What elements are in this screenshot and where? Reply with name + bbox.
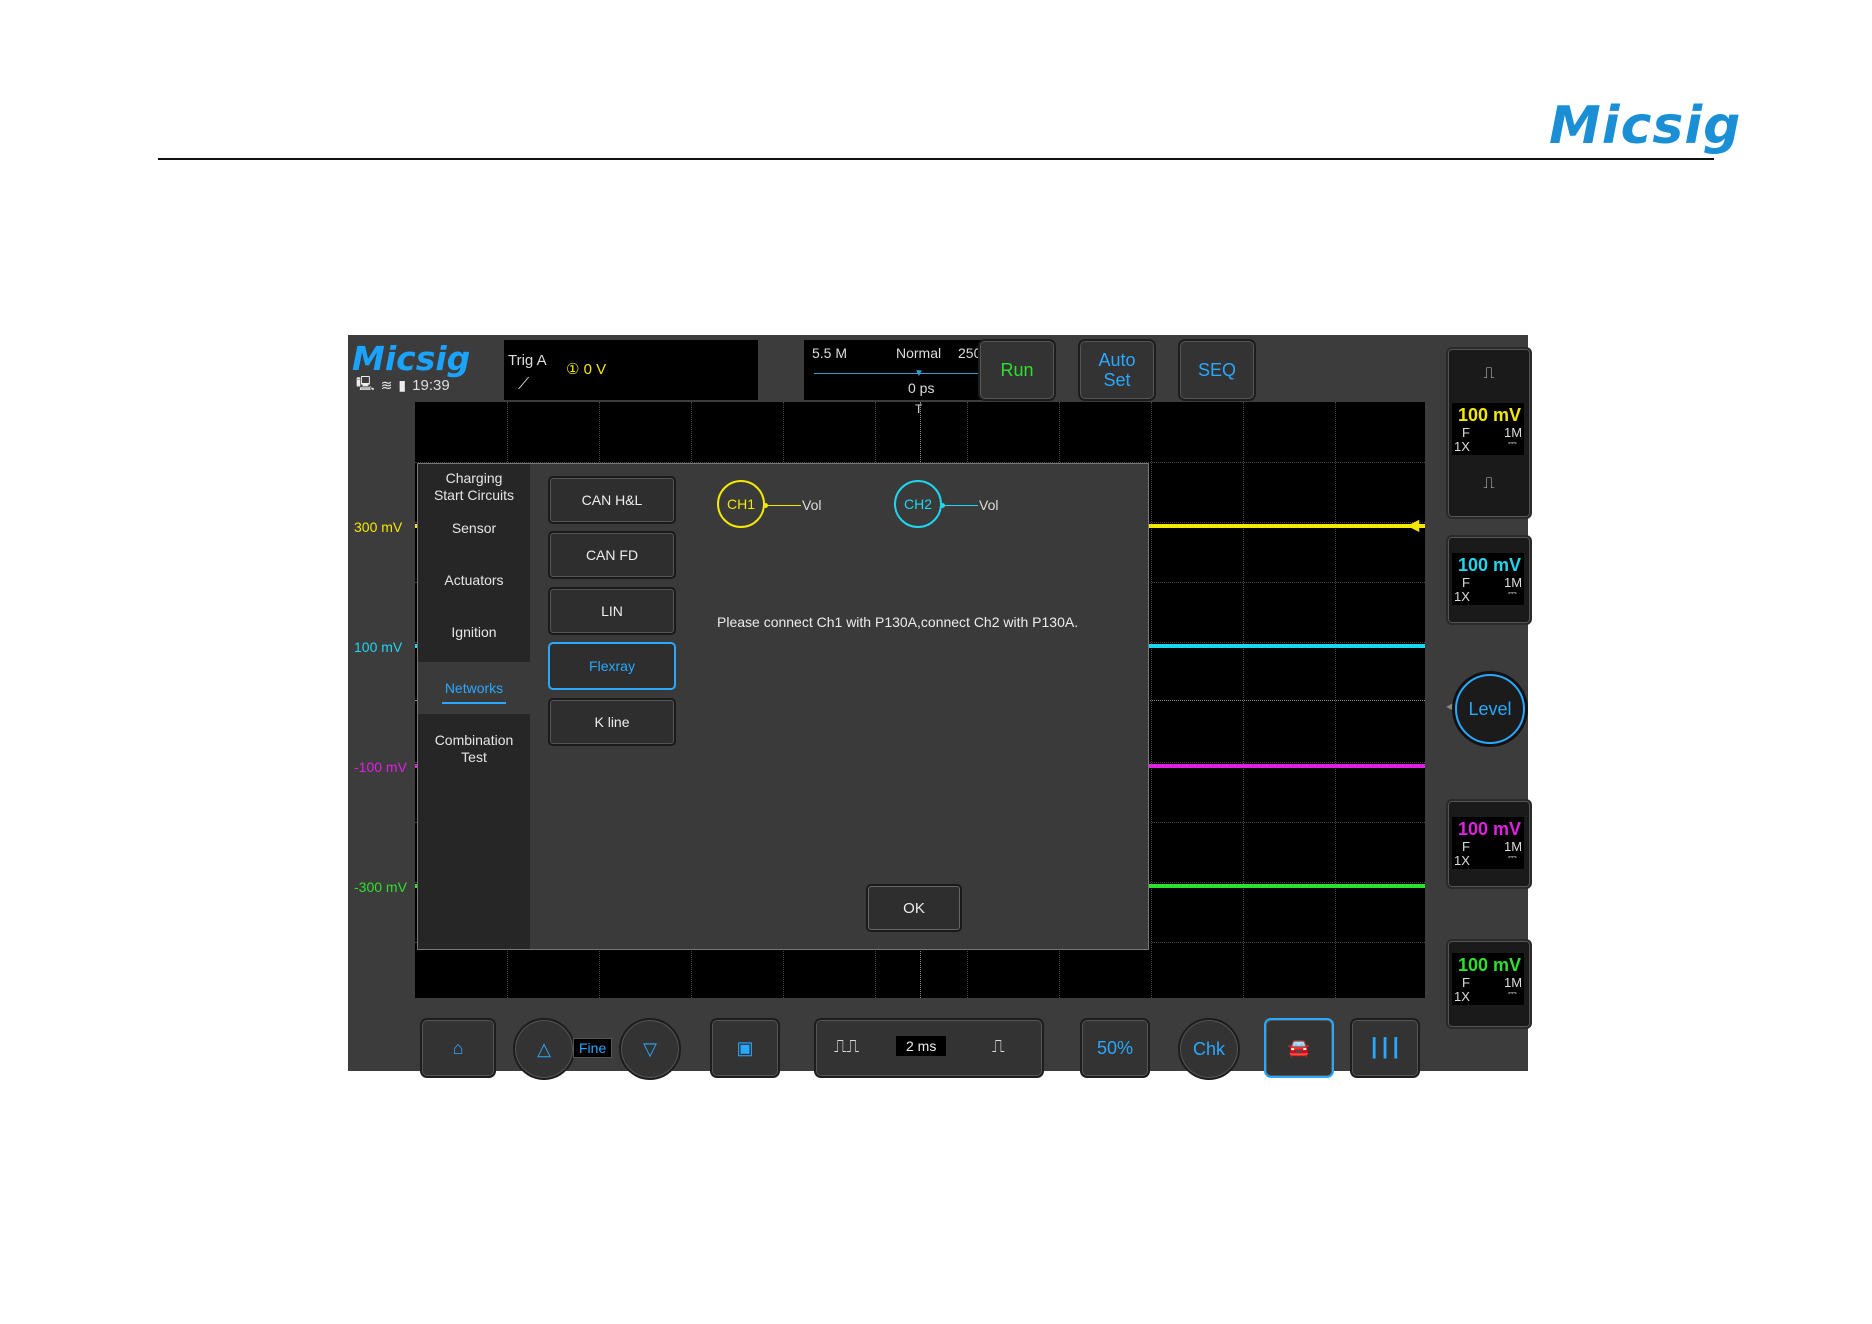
cursor-lines-icon: ┃┃┃ [1368,1037,1402,1058]
seq-button[interactable]: SEQ [1178,339,1256,401]
monitor-icon: 🖳 [356,375,375,391]
ch2-probe-label: Vol [979,497,999,513]
rising-edge-icon: ⟋ [518,376,530,393]
ch2-panel[interactable]: 100 mV F 1M 1X ⎓ [1446,535,1532,625]
ch1-scale-box[interactable]: 100 mV F 1M 1X ⎓ [1452,403,1524,455]
ch1-panel[interactable]: ⎍ 100 mV F 1M 1X ⎓ ⎍ [1446,347,1532,519]
fifty-percent-button[interactable]: 50% [1080,1018,1150,1078]
y-label-300mv: 300 mV [354,519,403,535]
test-selection-dialog: Charging Start Circuits Sensor Actuators… [417,463,1149,950]
category-sensor[interactable]: Sensor [418,520,530,537]
timebase-control: ⎍⎍ 2 ms ⎍ [814,1018,1044,1078]
ch4-probe-ratio: 1X [1454,989,1470,1004]
ch2-scale-box[interactable]: 100 mV F 1M 1X ⎓ [1452,553,1524,605]
down-button[interactable]: ▽ [619,1018,681,1080]
selected-underline [442,702,506,704]
category-actuators[interactable]: Actuators [418,572,530,589]
trigger-value: ① 0 V [566,360,606,378]
connection-instructions: Please connect Ch1 with P130A,connect Ch… [717,614,1079,630]
network-can-hl-button[interactable]: CAN H&L [548,476,676,524]
ch4-coupling: F [1462,975,1470,990]
trigger-level-marker-icon[interactable]: ◀ [1407,515,1419,535]
run-button[interactable]: Run [978,339,1056,401]
auto-set-button[interactable]: Auto Set [1078,339,1156,401]
memory-depth: 5.5 M [812,345,848,361]
dc-coupling-icon: ⎓ [1508,437,1517,449]
brand-logo: Micsig [1549,96,1742,156]
category-list: Charging Start Circuits Sensor Actuators… [418,464,530,949]
dc-coupling-icon: ⎓ [1508,987,1517,999]
ch1-probe-label: Vol [802,497,822,513]
ch2-probe-line [942,505,978,506]
ch3-probe-ratio: 1X [1454,853,1470,868]
ch1-probe-indicator: CH1 [717,480,765,528]
level-arrow-icon: ◀ [1446,699,1456,713]
time-offset: 0 ps [908,380,935,396]
trigger-source: ① [566,361,580,378]
ch2-probe-indicator: CH2 [894,480,942,528]
ch1-coupling: F [1462,425,1470,440]
network-k-line-button[interactable]: K line [548,698,676,746]
level-knob[interactable]: Level [1455,674,1525,744]
clock-time: 19:39 [412,376,450,394]
y-label-minus-100mv: -100 mV [354,759,407,775]
acquire-mode: Normal [896,345,942,361]
timebase-value[interactable]: 2 ms [896,1036,947,1056]
ch4-scale-box[interactable]: 100 mV F 1M 1X ⎓ [1452,953,1524,1005]
save-button[interactable]: ▣ [710,1018,780,1078]
trigger-panel[interactable]: Trig A ① 0 V ⟋ [504,340,758,400]
up-button[interactable]: △ [513,1018,575,1080]
oscilloscope-screen: Micsig 🖳 ≋ ▮ 19:39 Trig A ① 0 V ⟋ 5.5 M … [348,335,1532,1080]
trigger-label: Trig A [508,352,547,369]
ch3-scale-box[interactable]: 100 mV F 1M 1X ⎓ [1452,817,1524,869]
wifi-icon: ≋ [380,376,393,393]
ch2-coupling: F [1462,575,1470,590]
ch4-volts: 100 mV [1458,955,1522,975]
ch3-coupling: F [1462,839,1470,854]
status-bar: 🖳 ≋ ▮ 19:39 [356,373,450,397]
fine-label[interactable]: Fine [573,1038,613,1058]
network-can-fd-button[interactable]: CAN FD [548,531,676,579]
category-networks[interactable]: Networks [418,662,530,714]
cursor-button[interactable]: ┃┃┃ [1350,1018,1420,1078]
home-icon: ⌂ [452,1037,464,1058]
chk-button[interactable]: Chk [1178,1018,1240,1080]
pulse-icon: ⎍ [1483,475,1495,492]
category-combination-test[interactable]: Combination Test [418,732,530,766]
fine-adjust-control: △ Fine ▽ [513,1018,681,1080]
trigger-level: 0 V [583,361,607,378]
ch4-panel[interactable]: 100 mV F 1M 1X ⎓ [1446,939,1532,1029]
y-label-minus-300mv: -300 mV [354,879,407,895]
dc-coupling-icon: ⎓ [1508,587,1517,599]
triangle-up-icon: △ [537,1038,551,1059]
pulse-icon: ⎍ [1483,365,1495,382]
ch2-volts: 100 mV [1458,555,1522,575]
header-rule [158,158,1714,160]
network-lin-button[interactable]: LIN [548,587,676,635]
dc-coupling-icon: ⎓ [1508,851,1517,863]
y-label-100mv: 100 mV [354,639,403,655]
ch1-probe-line [765,505,801,506]
ch1-probe-ratio: 1X [1454,439,1470,454]
car-icon: 🚘 [1287,1037,1311,1058]
network-flexray-button[interactable]: Flexray [548,642,676,690]
battery-icon: ▮ [398,376,407,393]
trigger-time-marker-icon[interactable]: T [915,402,922,416]
trigger-position-icon: ▼ [914,368,924,379]
ok-button[interactable]: OK [866,884,962,932]
ch3-panel[interactable]: 100 mV F 1M 1X ⎓ [1446,799,1532,889]
timebase-increase-icon[interactable]: ⎍ [992,1036,1005,1057]
automotive-button[interactable]: 🚘 [1264,1018,1334,1078]
timebase-decrease-icon[interactable]: ⎍⎍ [834,1036,859,1057]
ch3-volts: 100 mV [1458,819,1522,839]
category-ignition[interactable]: Ignition [418,624,530,641]
home-button[interactable]: ⌂ [420,1018,496,1078]
triangle-down-icon: ▽ [643,1038,657,1059]
ch2-probe-ratio: 1X [1454,589,1470,604]
save-icon: ▣ [736,1037,754,1058]
category-charging-start-circuits[interactable]: Charging Start Circuits [418,470,530,504]
ch1-volts: 100 mV [1458,405,1522,425]
